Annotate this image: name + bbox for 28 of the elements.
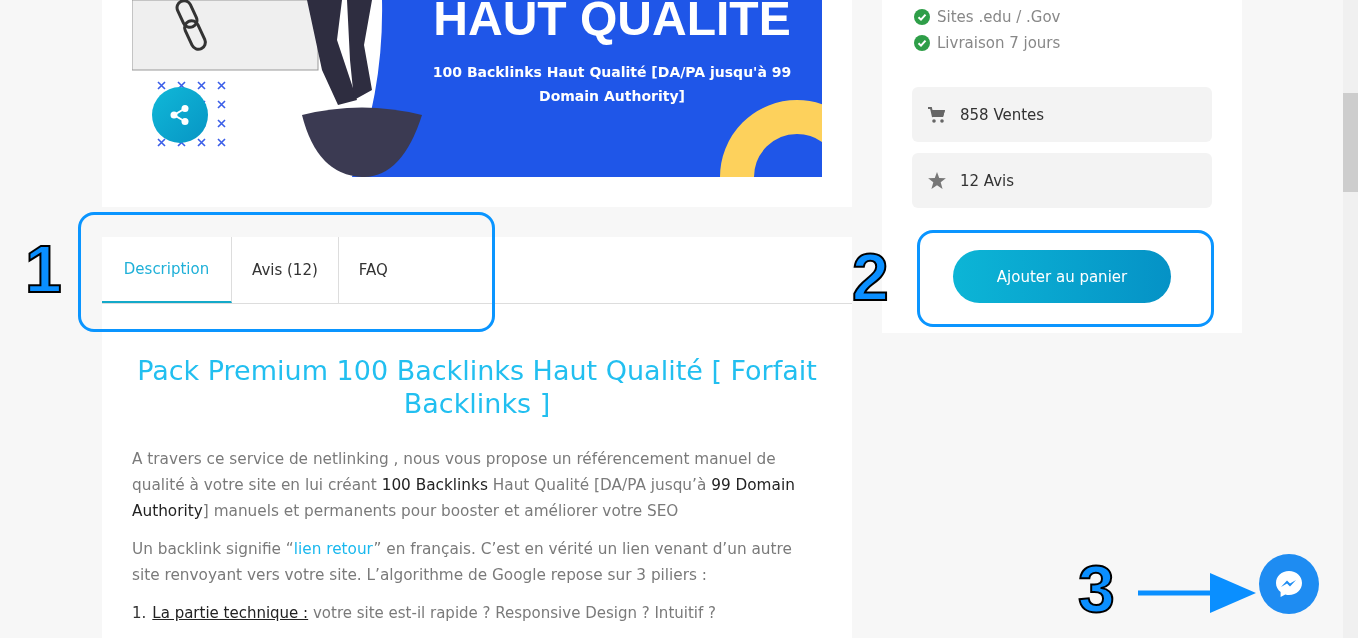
check-icon <box>914 35 930 51</box>
paragraph: A travers ce service de netlinking , nous vous propose un référencement manuel de qualité à votre site en lui créant 100 Backlinks Haut Qualité [DA/PA jusqu’à 99 Domain Authority] manuels et permanents pour booster et améliorer votre SEO <box>132 449 796 522</box>
check-icon <box>914 9 930 25</box>
banner-headline: HAUT QUALITE <box>433 0 791 44</box>
list-number: 1. <box>132 603 147 624</box>
annotation-number: 2 <box>852 244 889 310</box>
annotation-number: 1 <box>25 236 62 302</box>
list-item-text: La partie technique : votre site est-il rapide ? Responsive Design ? Intuitif ? <box>152 603 716 624</box>
tab[interactable]: FAQ <box>338 237 408 303</box>
scrollbar[interactable] <box>1343 0 1358 638</box>
banner-subtitle: 100 Backlinks Haut Qualité [DA/PA jusqu'à 99 Domain Authority] <box>431 63 793 106</box>
scrollbar-thumb[interactable] <box>1343 93 1358 192</box>
add-to-cart-button[interactable]: Ajouter au panier <box>953 250 1171 303</box>
share-button[interactable] <box>152 87 208 143</box>
paragraph: Un backlink signifie “lien retour” en français. C’est en vérité un lien venant d’un autre site renvoyant vers votre site. L’algorithme de Google repose sur 3 piliers : <box>132 539 793 586</box>
description-title: Pack Premium 100 Backlinks Haut Qualité [ Forfait Backlinks ] <box>136 354 818 420</box>
cart-icon <box>928 106 946 123</box>
feature-text: Sites .edu / .Gov <box>937 7 1061 28</box>
link[interactable]: lien retour <box>293 540 374 558</box>
share-icon <box>169 104 191 126</box>
feature-text: Livraison 7 jours <box>937 33 1061 54</box>
stat-text: 858 Ventes <box>960 105 1045 124</box>
stat-text: 12 Avis <box>960 171 1015 190</box>
annotation-number: 3 <box>1078 556 1115 622</box>
star-icon <box>928 172 946 189</box>
messenger-button[interactable] <box>1259 554 1319 614</box>
tab[interactable]: Avis (12) <box>232 237 339 303</box>
tab[interactable]: Description <box>102 237 232 303</box>
